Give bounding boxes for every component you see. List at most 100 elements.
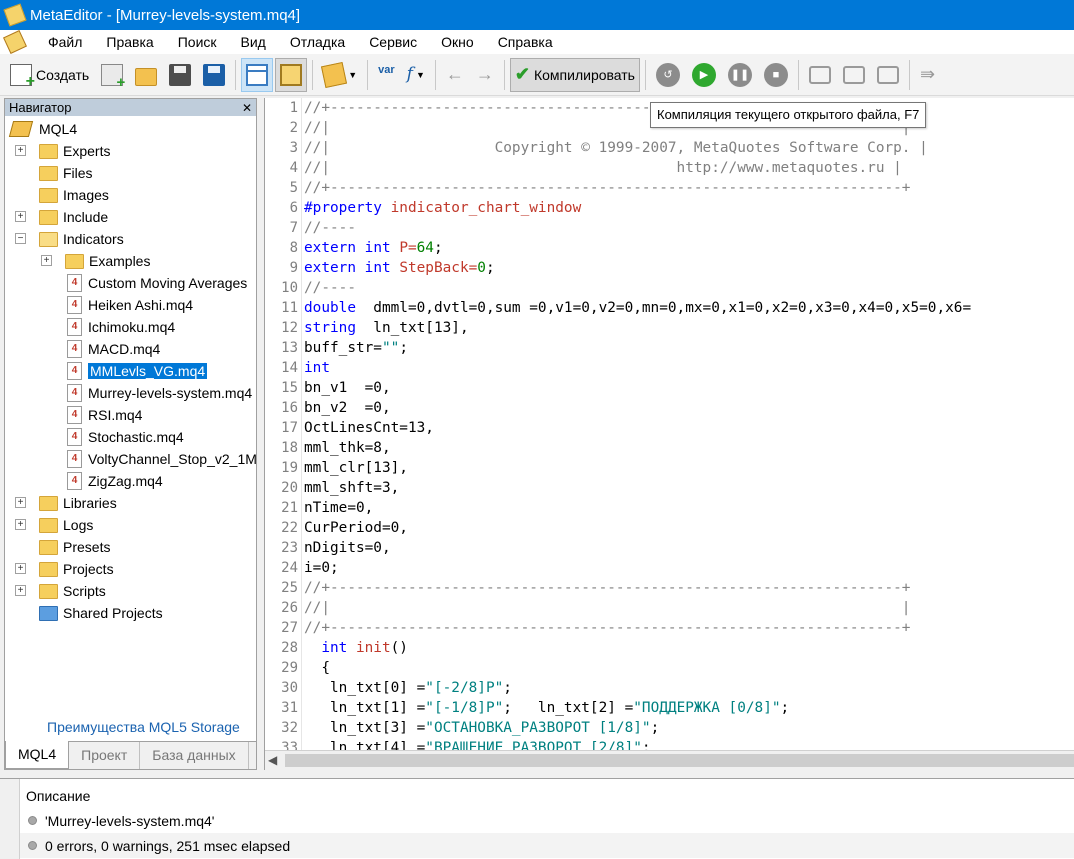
line-number: 14 [281, 360, 298, 376]
line-number-gutter: 1 2 3 4 5 6 7 8 9 10 11 12 13 14 15 16 1… [265, 98, 302, 756]
tree-file-mmlevls-vg[interactable]: 4 MMLevls_VG.mq4 [67, 360, 209, 382]
window-title: MetaEditor - [Murrey-levels-system.mq4] [30, 6, 301, 24]
tab-database[interactable]: База данных [140, 742, 249, 769]
mql5-storage-link[interactable]: Преимущества MQL5 Storage [47, 719, 240, 735]
tree-folder-images[interactable]: Images [39, 184, 109, 206]
compile-tooltip: Компиляция текущего открытого файла, F7 [650, 102, 927, 128]
compile-label: Компилировать [533, 66, 635, 83]
code-editor[interactable]: 1 2 3 4 5 6 7 8 9 10 11 12 13 14 15 16 1… [264, 98, 1074, 770]
info-dot-icon [28, 816, 37, 825]
save-all-button[interactable] [198, 58, 230, 92]
toolbox-row[interactable]: 0 errors, 0 warnings, 251 msec elapsed [20, 833, 1074, 858]
code-line: bn_v2 =0, [304, 400, 391, 416]
toolbar-overflow-button[interactable]: ⇛ [915, 58, 940, 92]
create-button[interactable]: Создать [5, 58, 94, 92]
tree-folder-include[interactable]: Include [39, 206, 108, 228]
tree-folder-experts[interactable]: Experts [39, 140, 110, 162]
compile-button[interactable]: ✔ Компилировать [509, 57, 640, 92]
line-number: 29 [281, 660, 298, 676]
menu-edit[interactable]: Правка [94, 30, 165, 54]
tree-root-mql4[interactable]: MQL4 [8, 118, 77, 140]
tree-file-zigzag[interactable]: 4 ZigZag.mq4 [67, 470, 163, 492]
menu-search[interactable]: Поиск [166, 30, 229, 54]
line-number: 16 [281, 400, 298, 416]
expand-icon[interactable]: + [15, 211, 26, 222]
close-icon[interactable]: ✕ [242, 101, 252, 115]
code-token: ; [650, 720, 660, 736]
navigator-toggle-button[interactable] [241, 57, 274, 92]
code-token: P= [399, 240, 417, 256]
tree-file-voltychannel-stop[interactable]: 4 VoltyChannel_Stop_v2_1M [67, 448, 256, 470]
menu-window[interactable]: Окно [429, 30, 486, 54]
code-token: int [304, 640, 356, 656]
expand-icon[interactable]: + [15, 519, 26, 530]
expand-icon[interactable]: + [15, 563, 26, 574]
tree-file-rsi[interactable]: 4 RSI.mq4 [67, 404, 142, 426]
expand-icon[interactable]: + [41, 255, 52, 266]
collapse-icon[interactable]: − [15, 233, 26, 244]
tree-folder-libraries[interactable]: Libraries [39, 492, 117, 514]
start-history-button[interactable]: ↺ [651, 58, 685, 92]
tree-folder-indicators[interactable]: Indicators [39, 228, 124, 250]
tree-folder-logs[interactable]: Logs [39, 514, 93, 536]
start-debug-button[interactable]: ▶ [687, 58, 721, 92]
new-project-button[interactable] [96, 58, 128, 92]
functions-button[interactable]: f ▼ [402, 58, 430, 92]
stop-button[interactable]: ■ [759, 58, 793, 92]
line-number: 2 [289, 120, 298, 136]
tree-file-ichimoku[interactable]: 4 Ichimoku.mq4 [67, 316, 175, 338]
tree-folder-scripts[interactable]: Scripts [39, 580, 106, 602]
tree-file-stochastic[interactable]: 4 Stochastic.mq4 [67, 426, 184, 448]
code-token: "[-2/8]P" [425, 680, 504, 696]
tree-file-murrey-levels-system[interactable]: 4 Murrey-levels-system.mq4 [67, 382, 252, 404]
tree-folder-examples[interactable]: Examples [65, 250, 150, 272]
tree-folder-projects[interactable]: Projects [39, 558, 114, 580]
tree-folder-files[interactable]: Files [39, 162, 93, 184]
save-button[interactable] [164, 58, 196, 92]
system-menu-icon[interactable] [3, 30, 27, 54]
menu-tools[interactable]: Сервис [357, 30, 429, 54]
pause-button[interactable]: ❚❚ [723, 58, 757, 92]
tab-project[interactable]: Проект [69, 742, 141, 769]
line-number: 13 [281, 340, 298, 356]
open-button[interactable] [130, 58, 162, 92]
forward-button[interactable]: → [471, 58, 499, 92]
menu-view[interactable]: Вид [229, 30, 278, 54]
code-line: buff_str=""; [304, 338, 408, 358]
expand-icon[interactable]: + [15, 497, 26, 508]
scroll-left-icon[interactable]: ◀ [268, 753, 277, 767]
tree-label: Libraries [63, 495, 117, 511]
step-into-button[interactable] [804, 58, 836, 92]
horizontal-scrollbar[interactable]: ◀ [265, 750, 1074, 770]
tree-folder-presets[interactable]: Presets [39, 536, 110, 558]
menu-help[interactable]: Справка [486, 30, 565, 54]
tree-file-macd[interactable]: 4 MACD.mq4 [67, 338, 160, 360]
tree-file-heiken-ashi[interactable]: 4 Heiken Ashi.mq4 [67, 294, 193, 316]
toolbox-toggle-button[interactable] [275, 57, 308, 92]
toolbox-row[interactable]: 'Murrey-levels-system.mq4' [20, 808, 1074, 833]
toolbar-separator [312, 59, 314, 90]
code-area[interactable]: //+-------------------------------------… [303, 98, 1074, 750]
tree-label: Indicators [63, 231, 124, 247]
step-out-button[interactable] [872, 58, 904, 92]
menu-file[interactable]: Файл [36, 30, 94, 54]
tree-label: VoltyChannel_Stop_v2_1M [88, 451, 256, 467]
tree-label: ZigZag.mq4 [88, 473, 163, 489]
tree-file-custom-moving-averages[interactable]: 4 Custom Moving Averages [67, 272, 247, 294]
expand-icon[interactable]: + [15, 145, 26, 156]
tree-folder-shared-projects[interactable]: Shared Projects [39, 602, 163, 624]
scrollbar-thumb[interactable] [285, 754, 1074, 767]
toolbox-column-header[interactable]: Описание [20, 783, 1074, 808]
menu-debug[interactable]: Отладка [278, 30, 357, 54]
step-over-button[interactable] [838, 58, 870, 92]
toolbar-separator [503, 59, 505, 90]
tab-mql4[interactable]: MQL4 [5, 741, 70, 769]
list-names-button[interactable]: var [373, 58, 400, 92]
tree-label: Custom Moving Averages [88, 275, 248, 291]
styler-button[interactable]: ▼ [318, 58, 362, 92]
folder-icon [39, 495, 58, 511]
line-number: 5 [289, 180, 298, 196]
code-line: bn_v1 =0, [304, 380, 391, 396]
expand-icon[interactable]: + [15, 585, 26, 596]
back-button[interactable]: ← [441, 58, 469, 92]
